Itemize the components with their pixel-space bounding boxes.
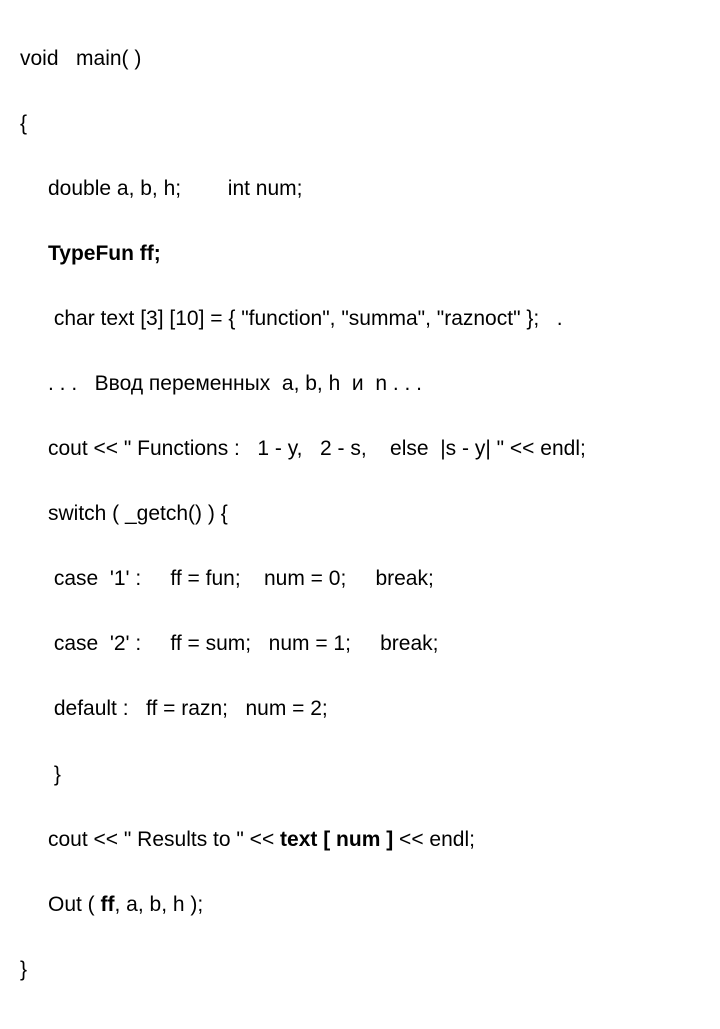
- code-line: . . . Ввод переменных a, b, h и n . . .: [20, 368, 700, 401]
- code-text-bold: ff: [101, 893, 115, 916]
- code-text: , a, b, h );: [115, 893, 204, 916]
- code-line: switch ( _getch() ) {: [20, 498, 700, 531]
- code-line: default : ff = razn; num = 2;: [20, 693, 700, 726]
- code-line: cout << " Results to " << text [ num ] <…: [20, 824, 700, 857]
- code-line: }: [20, 759, 700, 792]
- code-text: << endl;: [393, 828, 475, 851]
- code-line: TypeFun ff;: [20, 238, 700, 271]
- code-line: cout << " Functions : 1 - y, 2 - s, else…: [20, 433, 700, 466]
- code-text: Out (: [48, 893, 101, 916]
- code-line: void main( ): [20, 43, 700, 76]
- code-text-bold: text [ num ]: [280, 828, 393, 851]
- code-line: double a, b, h; int num;: [20, 173, 700, 206]
- code-line: case '1' : ff = fun; num = 0; break;: [20, 563, 700, 596]
- code-block: void main( ) { double a, b, h; int num; …: [0, 0, 720, 1029]
- code-line: case '2' : ff = sum; num = 1; break;: [20, 628, 700, 661]
- code-text: cout << " Results to " <<: [48, 828, 280, 851]
- code-line: }: [20, 954, 700, 987]
- code-line: {: [20, 108, 700, 141]
- code-line: char text [3] [10] = { "function", "summ…: [20, 303, 700, 336]
- code-line: Out ( ff, a, b, h );: [20, 889, 700, 922]
